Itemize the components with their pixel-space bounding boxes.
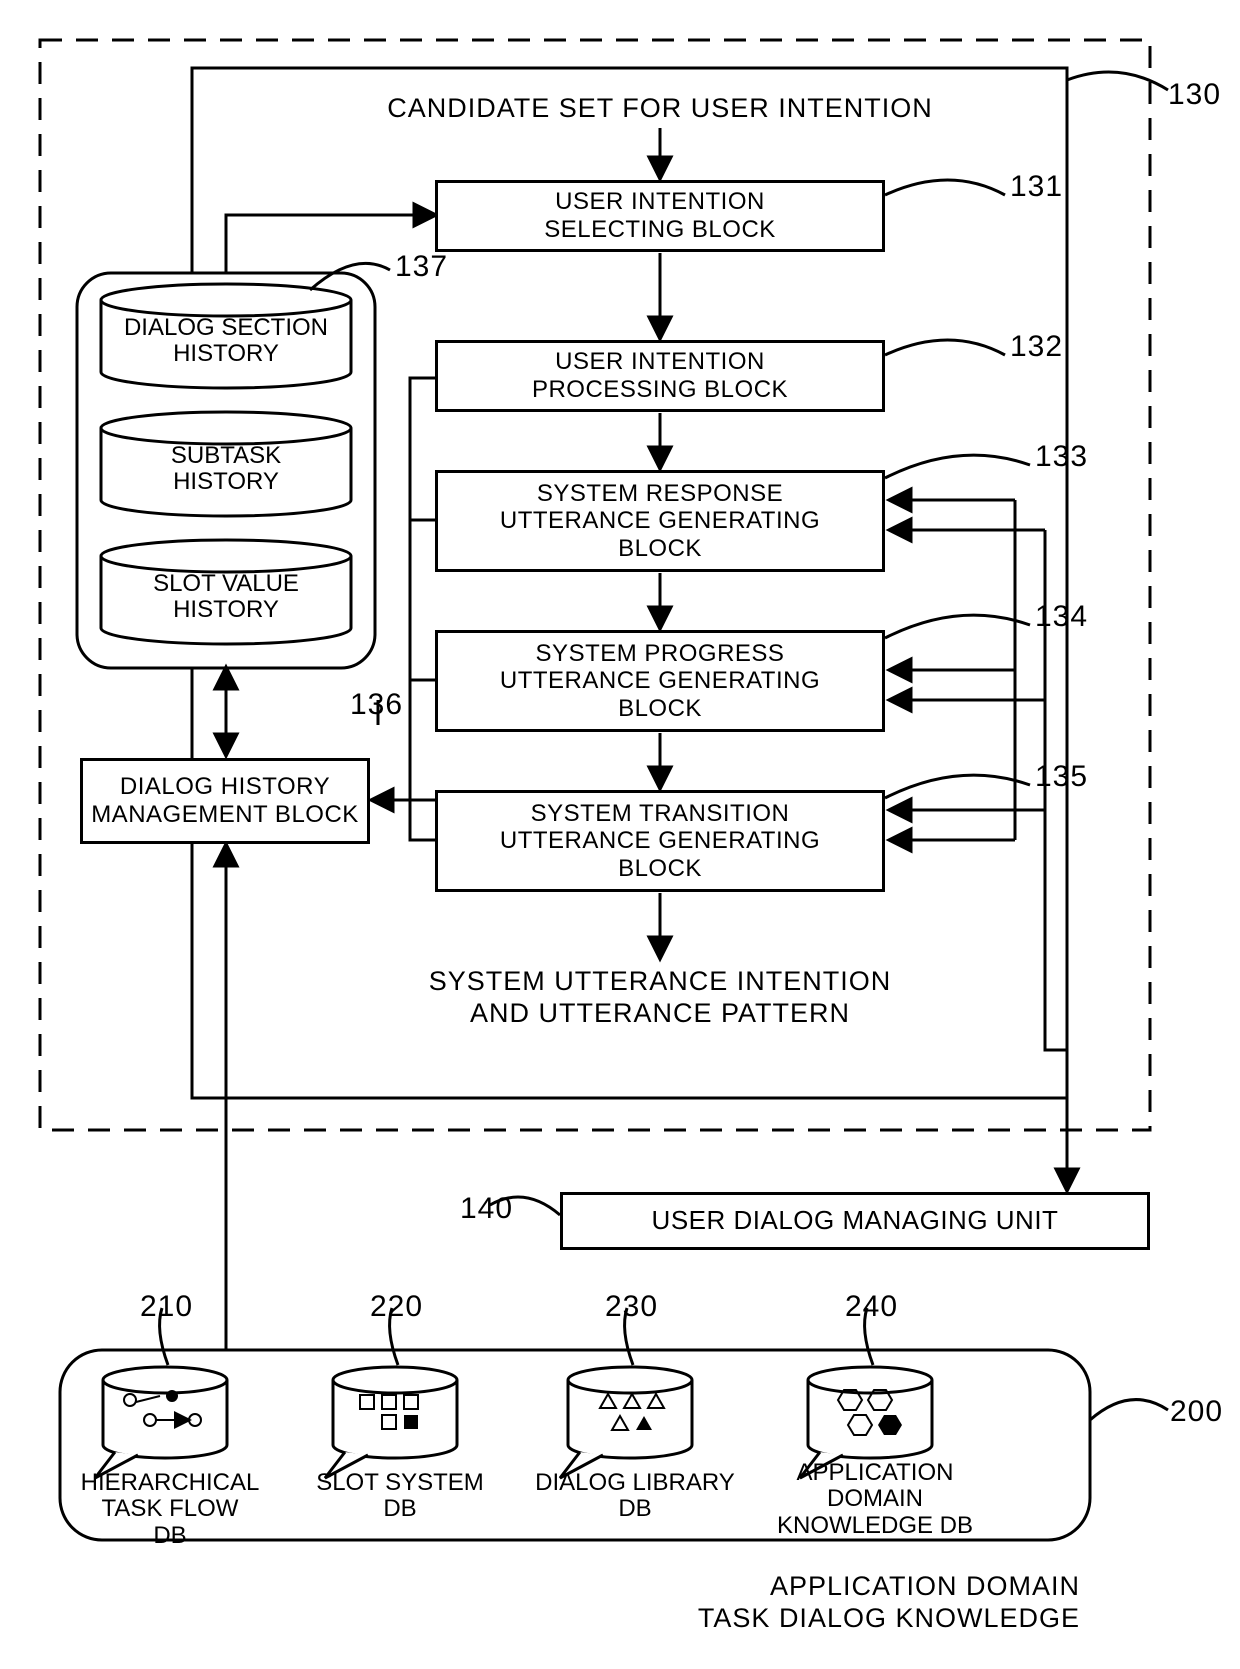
system-progress-block: SYSTEM PROGRESS UTTERANCE GENERATING BLO… [435, 630, 885, 732]
user-intention-selecting-block: USER INTENTION SELECTING BLOCK [435, 180, 885, 252]
ref-200: 200 [1170, 1395, 1223, 1429]
block-label: SYSTEM PROGRESS UTTERANCE GENERATING BLO… [500, 640, 820, 723]
ref-137: 137 [395, 250, 448, 284]
system-transition-block: SYSTEM TRANSITION UTTERANCE GENERATING B… [435, 790, 885, 892]
ref-230: 230 [605, 1290, 658, 1324]
app-domain-footer-label: APPLICATION DOMAIN TASK DIALOG KNOWLEDGE [560, 1570, 1080, 1635]
ref-134: 134 [1035, 600, 1088, 634]
dialog-history-management-block: DIALOG HISTORY MANAGEMENT BLOCK [80, 758, 370, 844]
ref-132: 132 [1010, 330, 1063, 364]
subtask-history-label: SUBTASK HISTORY [101, 443, 351, 496]
dialog-section-history-label: DIALOG SECTION HISTORY [101, 315, 351, 368]
block-label: USER INTENTION SELECTING BLOCK [544, 188, 776, 243]
hierarchical-task-flow-db-label: HIERARCHICAL TASK FLOW DB [70, 1470, 270, 1549]
ref-210: 210 [140, 1290, 193, 1324]
ref-140: 140 [460, 1192, 513, 1226]
system-utterance-output-label: SYSTEM UTTERANCE INTENTION AND UTTERANCE… [380, 965, 940, 1030]
ref-135: 135 [1035, 760, 1088, 794]
ref-131: 131 [1010, 170, 1063, 204]
block-label: USER INTENTION PROCESSING BLOCK [532, 348, 788, 403]
block-label: SYSTEM TRANSITION UTTERANCE GENERATING B… [500, 800, 820, 883]
candidate-set-label: CANDIDATE SET FOR USER INTENTION [300, 92, 1020, 124]
block-label: SYSTEM RESPONSE UTTERANCE GENERATING BLO… [500, 480, 820, 563]
dialog-library-db-label: DIALOG LIBRARY DB [530, 1470, 740, 1523]
ref-136: 136 [350, 688, 403, 722]
ref-133: 133 [1035, 440, 1088, 474]
system-response-block: SYSTEM RESPONSE UTTERANCE GENERATING BLO… [435, 470, 885, 572]
ref-220: 220 [370, 1290, 423, 1324]
diagram-stage: CANDIDATE SET FOR USER INTENTION USER IN… [0, 0, 1240, 1669]
ref-240: 240 [845, 1290, 898, 1324]
slot-system-db-label: SLOT SYSTEM DB [300, 1470, 500, 1523]
block-label: USER DIALOG MANAGING UNIT [652, 1206, 1059, 1236]
block-label: DIALOG HISTORY MANAGEMENT BLOCK [91, 773, 359, 828]
user-dialog-managing-unit: USER DIALOG MANAGING UNIT [560, 1192, 1150, 1250]
application-domain-knowledge-db-label: APPLICATION DOMAIN KNOWLEDGE DB [770, 1460, 980, 1539]
slot-value-history-label: SLOT VALUE HISTORY [101, 571, 351, 624]
ref-130: 130 [1168, 78, 1221, 112]
user-intention-processing-block: USER INTENTION PROCESSING BLOCK [435, 340, 885, 412]
